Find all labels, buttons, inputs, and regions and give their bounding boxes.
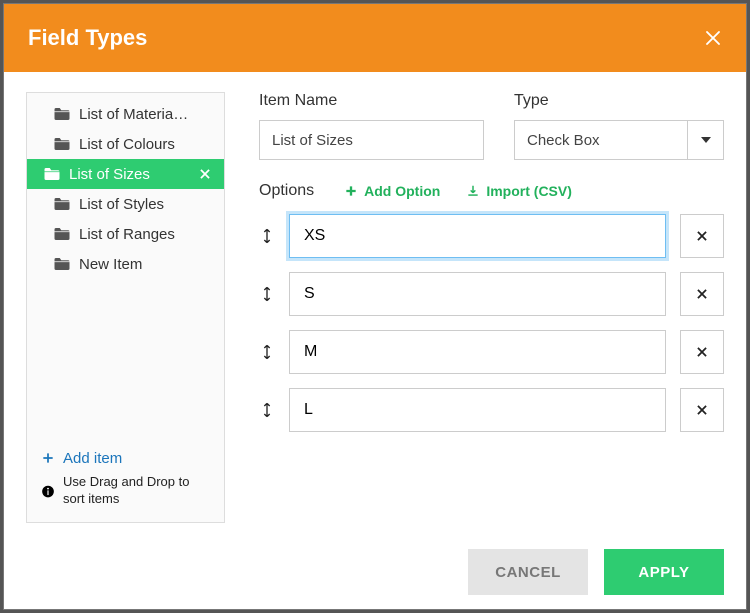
form-row: Item Name Type Check Box bbox=[259, 92, 724, 160]
item-name-label: Item Name bbox=[259, 92, 484, 110]
option-input[interactable] bbox=[289, 388, 666, 432]
sidebar-hint: Use Drag and Drop to sort items bbox=[41, 473, 210, 508]
sidebar-item[interactable]: New Item bbox=[27, 249, 224, 279]
sidebar-item[interactable]: List of Colours bbox=[27, 129, 224, 159]
type-select-value: Check Box bbox=[514, 120, 688, 160]
sidebar-item[interactable]: List of Materia… bbox=[27, 99, 224, 129]
options-label: Options bbox=[259, 182, 314, 200]
close-icon bbox=[695, 403, 709, 417]
sidebar-item[interactable]: List of Sizes bbox=[27, 159, 224, 189]
main-panel: Item Name Type Check Box Options bbox=[259, 92, 724, 523]
modal-title: Field Types bbox=[28, 25, 147, 51]
delete-option-button[interactable] bbox=[680, 214, 724, 258]
apply-button[interactable]: Apply bbox=[604, 549, 724, 595]
type-label: Type bbox=[514, 92, 724, 110]
sidebar: List of Materia… List of Colours List of S… bbox=[26, 92, 225, 523]
add-item-button[interactable]: Add item bbox=[41, 450, 210, 467]
sidebar-item-remove[interactable] bbox=[198, 167, 212, 181]
folder-icon bbox=[53, 105, 71, 123]
folder-open-icon bbox=[43, 165, 61, 183]
import-csv-label: Import (CSV) bbox=[486, 183, 572, 199]
import-icon bbox=[466, 184, 480, 198]
type-select[interactable]: Check Box bbox=[514, 120, 724, 160]
drag-handle[interactable] bbox=[259, 402, 275, 418]
option-row bbox=[259, 330, 724, 374]
drag-handle[interactable] bbox=[259, 228, 275, 244]
close-icon bbox=[704, 29, 722, 47]
field-types-modal: Field Types List of Materia… List of Colo… bbox=[3, 3, 747, 610]
import-csv-button[interactable]: Import (CSV) bbox=[466, 183, 572, 199]
chevron-down-icon bbox=[701, 137, 711, 143]
item-name-input[interactable] bbox=[259, 120, 484, 160]
drag-handle[interactable] bbox=[259, 286, 275, 302]
modal-footer: Cancel Apply bbox=[4, 535, 746, 609]
sidebar-item-label: List of Sizes bbox=[69, 166, 150, 183]
type-select-toggle[interactable] bbox=[688, 120, 724, 160]
option-input[interactable] bbox=[289, 214, 666, 258]
option-row bbox=[259, 388, 724, 432]
info-icon bbox=[41, 475, 55, 508]
close-icon bbox=[695, 345, 709, 359]
delete-option-button[interactable] bbox=[680, 388, 724, 432]
folder-icon bbox=[53, 255, 71, 273]
sidebar-item-label: List of Ranges bbox=[79, 226, 175, 243]
plus-icon bbox=[344, 184, 358, 198]
sidebar-item-label: List of Styles bbox=[79, 196, 164, 213]
sidebar-list: List of Materia… List of Colours List of S… bbox=[27, 99, 224, 444]
sidebar-item-label: List of Materia… bbox=[79, 106, 188, 123]
modal-body: List of Materia… List of Colours List of S… bbox=[4, 72, 746, 535]
add-option-button[interactable]: Add Option bbox=[344, 183, 440, 199]
options-list bbox=[259, 214, 724, 432]
delete-option-button[interactable] bbox=[680, 330, 724, 374]
drag-handle[interactable] bbox=[259, 344, 275, 360]
hint-text: Use Drag and Drop to sort items bbox=[63, 473, 210, 508]
sidebar-item-label: List of Colours bbox=[79, 136, 175, 153]
type-field: Type Check Box bbox=[514, 92, 724, 160]
add-item-label: Add item bbox=[63, 450, 122, 467]
delete-option-button[interactable] bbox=[680, 272, 724, 316]
modal-close-button[interactable] bbox=[704, 29, 722, 47]
sidebar-item[interactable]: List of Ranges bbox=[27, 219, 224, 249]
folder-icon bbox=[53, 195, 71, 213]
folder-icon bbox=[53, 135, 71, 153]
option-input[interactable] bbox=[289, 330, 666, 374]
add-option-label: Add Option bbox=[364, 183, 440, 199]
sidebar-footer: Add item Use Drag and Drop to sort items bbox=[27, 444, 224, 510]
item-name-field: Item Name bbox=[259, 92, 484, 160]
cancel-button[interactable]: Cancel bbox=[468, 549, 588, 595]
plus-icon bbox=[41, 451, 55, 465]
modal-header: Field Types bbox=[4, 4, 746, 72]
option-input[interactable] bbox=[289, 272, 666, 316]
options-header: Options Add Option Import (CSV) bbox=[259, 182, 724, 200]
sidebar-item-label: New Item bbox=[79, 256, 142, 273]
option-row bbox=[259, 272, 724, 316]
close-icon bbox=[695, 229, 709, 243]
close-icon bbox=[695, 287, 709, 301]
sidebar-item[interactable]: List of Styles bbox=[27, 189, 224, 219]
folder-icon bbox=[53, 225, 71, 243]
option-row bbox=[259, 214, 724, 258]
